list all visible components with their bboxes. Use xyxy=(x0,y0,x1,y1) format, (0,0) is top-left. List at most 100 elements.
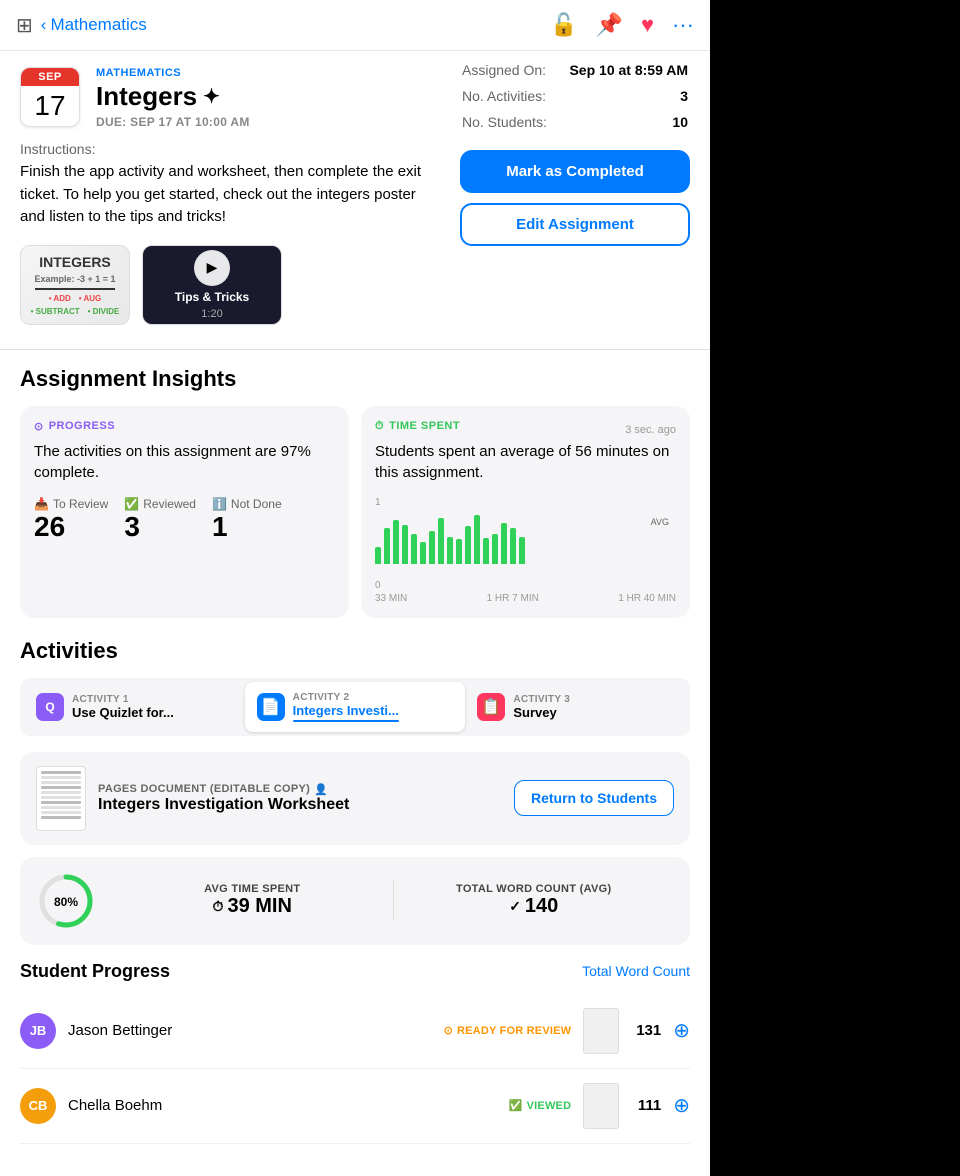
status-badge-2: ✅ VIEWED xyxy=(509,1099,572,1112)
sparkle-icon: ✦ xyxy=(203,84,220,109)
not-done-value: 1 xyxy=(212,511,282,543)
section-divider xyxy=(0,349,710,350)
clock-small-icon: ⏱ xyxy=(213,898,224,915)
activities-title: Activities xyxy=(20,638,690,664)
student-doc-thumb-2[interactable] xyxy=(583,1083,619,1129)
chart-label-1: 33 MIN xyxy=(375,593,407,604)
meta-table: Assigned On: Sep 10 at 8:59 AM No. Activ… xyxy=(460,56,690,136)
play-icon[interactable]: ▶ xyxy=(194,250,230,286)
chart-bar xyxy=(375,547,381,563)
chart-bar xyxy=(492,534,498,564)
integers-poster[interactable]: INTEGERS Example: -3 + 1 = 1 • ADD• AUG … xyxy=(20,245,130,325)
status-badge-1: ⊙ READY FOR REVIEW xyxy=(444,1024,572,1037)
avatar-cb: CB xyxy=(20,1088,56,1124)
time-chart: AVG xyxy=(375,510,676,580)
mark-complete-button[interactable]: Mark as Completed xyxy=(460,150,690,193)
back-button[interactable]: ‹ Mathematics xyxy=(41,15,147,35)
progress-card: ⊙ PROGRESS The activities on this assign… xyxy=(20,406,349,618)
more-icon[interactable]: ··· xyxy=(672,12,694,38)
student-row: JB Jason Bettinger ⊙ READY FOR REVIEW 13… xyxy=(20,994,690,1069)
chart-label-3: 1 HR 40 MIN xyxy=(618,593,676,604)
student-progress-title: Student Progress xyxy=(20,961,170,982)
activity-tab-3[interactable]: 📋 ACTIVITY 3 Survey xyxy=(465,682,686,732)
video-duration: 1:20 xyxy=(201,308,222,320)
worksheet-type: PAGES DOCUMENT (EDITABLE COPY) 👤 xyxy=(98,783,502,796)
quizlet-icon: Q xyxy=(36,693,64,721)
cal-day: 17 xyxy=(21,86,79,126)
chart-bar xyxy=(501,523,507,564)
circle-icon: ⊙ xyxy=(444,1024,453,1037)
chevron-left-icon: ‹ xyxy=(41,15,47,35)
activity-tab-1[interactable]: Q ACTIVITY 1 Use Quizlet for... xyxy=(24,682,245,732)
checkmark-icon: ✓ xyxy=(509,898,521,915)
student-name-2: Chella Boehm xyxy=(68,1097,497,1114)
activity-tab-2[interactable]: 📄 ACTIVITY 2 Integers Investi... xyxy=(245,682,466,732)
more-options-button-2[interactable]: ⊕ xyxy=(673,1093,690,1118)
heart-icon[interactable]: ♥ xyxy=(641,12,654,38)
worksheet-thumbnail xyxy=(36,766,86,831)
worksheet-title: Integers Investigation Worksheet xyxy=(98,796,502,814)
info-icon: ℹ️ xyxy=(212,497,227,511)
students-label: No. Students: xyxy=(462,110,555,134)
worksheet-info: PAGES DOCUMENT (EDITABLE COPY) 👤 Integer… xyxy=(98,783,502,814)
student-row: CB Chella Boehm ✅ VIEWED 111 ⊕ xyxy=(20,1069,690,1144)
time-ago: 3 sec. ago xyxy=(625,424,676,436)
worksheet-card: PAGES DOCUMENT (EDITABLE COPY) 👤 Integer… xyxy=(20,752,690,845)
top-nav: ⊞ ‹ Mathematics 🔓 📌 ♥ ··· xyxy=(0,0,710,51)
survey-icon: 📋 xyxy=(477,693,505,721)
check-circle-icon: ✅ xyxy=(509,1099,523,1112)
avg-time-value: ⏱ 39 MIN xyxy=(124,895,381,918)
progress-icon: ⊙ xyxy=(34,420,44,433)
inbox-icon: 📥 xyxy=(34,497,49,511)
student-doc-thumb-1[interactable] xyxy=(583,1008,619,1054)
word-count-value: ✓ 140 xyxy=(406,895,663,918)
right-panel: Assigned On: Sep 10 at 8:59 AM No. Activ… xyxy=(460,56,690,246)
edit-assignment-button[interactable]: Edit Assignment xyxy=(460,203,690,246)
student-name-1: Jason Bettinger xyxy=(68,1022,432,1039)
pin-icon[interactable]: 📌 xyxy=(596,12,623,38)
chart-bar xyxy=(519,537,525,564)
nav-icons: 🔓 📌 ♥ ··· xyxy=(550,12,694,38)
not-done-stat: ℹ️ Not Done 1 xyxy=(212,497,282,543)
avg-time-metric: AVG TIME SPENT ⏱ 39 MIN xyxy=(112,883,393,918)
instructions-text: Finish the app activity and worksheet, t… xyxy=(20,161,440,229)
tab1-name: Use Quizlet for... xyxy=(72,705,174,720)
clock-icon: ⏱ xyxy=(375,420,384,433)
return-to-students-button[interactable]: Return to Students xyxy=(514,780,674,816)
word-count-2: 111 xyxy=(631,1097,661,1114)
chart-label-2: 1 HR 7 MIN xyxy=(487,593,539,604)
activities-value: 3 xyxy=(557,84,688,108)
to-review-value: 26 xyxy=(34,511,108,543)
metrics-row: 80% AVG TIME SPENT ⏱ 39 MIN TOTAL WORD C… xyxy=(20,857,690,945)
video-thumb[interactable]: ▶ Tips & Tricks 1:20 xyxy=(142,245,282,325)
lock-icon[interactable]: 🔓 xyxy=(550,12,577,38)
chart-labels: 33 MIN 1 HR 7 MIN 1 HR 40 MIN xyxy=(375,593,676,604)
tab2-label: ACTIVITY 2 xyxy=(293,692,399,703)
insights-title: Assignment Insights xyxy=(20,366,690,392)
chart-bar xyxy=(420,542,426,564)
word-count-metric: TOTAL WORD COUNT (AVG) ✓ 140 xyxy=(394,883,675,918)
student-progress-header: Student Progress Total Word Count xyxy=(20,961,690,982)
stats-row: 📥 To Review 26 ✅ Reviewed 3 xyxy=(34,497,335,543)
cal-month: SEP xyxy=(21,68,79,86)
total-word-count-link[interactable]: Total Word Count xyxy=(582,963,690,979)
progress-badge: ⊙ PROGRESS xyxy=(34,420,335,433)
students-value: 10 xyxy=(557,110,688,134)
tab1-label: ACTIVITY 1 xyxy=(72,694,174,705)
assigned-label: Assigned On: xyxy=(462,58,555,82)
chart-bar xyxy=(393,520,399,563)
chart-bar xyxy=(447,537,453,564)
assigned-value: Sep 10 at 8:59 AM xyxy=(557,58,688,82)
tab3-label: ACTIVITY 3 xyxy=(513,694,570,705)
chart-bar xyxy=(438,518,444,564)
time-badge: ⏱ TIME SPENT xyxy=(375,420,460,433)
chart-bar xyxy=(510,528,516,563)
sidebar-toggle[interactable]: ⊞ xyxy=(16,13,33,38)
person-icon: 👤 xyxy=(314,783,328,796)
reviewed-stat: ✅ Reviewed 3 xyxy=(124,497,196,543)
more-options-button-1[interactable]: ⊕ xyxy=(673,1018,690,1043)
chart-bar xyxy=(474,515,480,564)
student-list: JB Jason Bettinger ⊙ READY FOR REVIEW 13… xyxy=(20,994,690,1144)
tab2-name: Integers Investi... xyxy=(293,703,399,718)
back-label: Mathematics xyxy=(50,15,146,35)
